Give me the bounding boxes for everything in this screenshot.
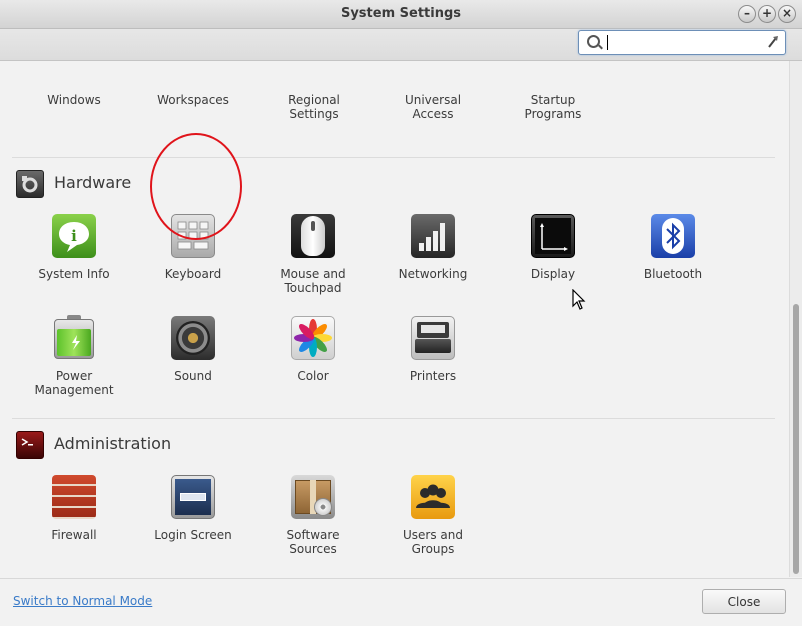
users-groups-icon <box>410 474 456 520</box>
bottom-bar: Switch to Normal Mode Close <box>0 578 802 626</box>
item-networking[interactable]: Networking <box>373 213 493 281</box>
svg-text:i: i <box>71 227 77 245</box>
search-icon <box>587 35 600 48</box>
software-sources-icon <box>290 474 336 520</box>
clear-search-icon[interactable] <box>767 34 779 49</box>
item-sound[interactable]: Sound <box>133 315 253 383</box>
item-label: Mouse and Touchpad <box>280 267 346 295</box>
system-info-icon: i <box>51 213 97 259</box>
item-label: Workspaces <box>157 93 229 107</box>
item-label: Firewall <box>51 528 97 542</box>
item-label: Bluetooth <box>643 267 703 281</box>
keyboard-icon <box>170 213 216 259</box>
item-label: Windows <box>47 93 101 107</box>
search-input[interactable] <box>605 34 759 52</box>
windows-icon <box>51 61 97 85</box>
vertical-scrollbar[interactable] <box>789 61 802 577</box>
item-label: Sound <box>174 369 212 383</box>
login-screen-icon <box>170 474 216 520</box>
networking-icon <box>410 213 456 259</box>
item-display[interactable]: Display <box>493 213 613 281</box>
section-divider <box>12 418 775 419</box>
item-system-info[interactable]: i System Info <box>14 213 134 281</box>
item-bluetooth[interactable]: Bluetooth <box>613 213 733 281</box>
scrollbar-thumb[interactable] <box>793 304 799 574</box>
item-label: Startup Programs <box>524 93 582 121</box>
startup-programs-icon <box>530 61 576 85</box>
administration-section-title: Administration <box>54 434 172 453</box>
item-label: Color <box>297 369 329 383</box>
item-workspaces[interactable]: Workspaces <box>133 61 253 107</box>
firewall-icon <box>51 474 97 520</box>
section-divider <box>12 157 775 158</box>
minimize-button[interactable]: – <box>738 5 756 23</box>
title-bar[interactable]: System Settings – + × <box>0 0 802 29</box>
universal-access-icon <box>410 61 456 85</box>
item-startup-programs[interactable]: Startup Programs <box>493 61 613 121</box>
speaker-icon <box>170 315 216 361</box>
item-label: Software Sources <box>286 528 340 556</box>
item-software-sources[interactable]: Software Sources <box>253 474 373 556</box>
item-label: Login Screen <box>154 528 232 542</box>
item-label: System Info <box>38 267 110 281</box>
item-label: Display <box>530 267 576 281</box>
printer-icon <box>410 315 456 361</box>
administration-section-icon <box>16 431 44 459</box>
color-icon <box>290 315 336 361</box>
item-printers[interactable]: Printers <box>373 315 493 383</box>
hardware-section-icon <box>16 170 44 198</box>
item-users-groups[interactable]: Users and Groups <box>373 474 493 556</box>
regional-settings-icon <box>291 61 337 85</box>
item-label: Universal Access <box>404 93 462 121</box>
item-windows[interactable]: Windows <box>14 61 134 107</box>
item-label: Printers <box>409 369 457 383</box>
switch-to-normal-mode-link[interactable]: Switch to Normal Mode <box>13 594 152 608</box>
item-login-screen[interactable]: Login Screen <box>133 474 253 542</box>
workspaces-icon <box>170 61 216 85</box>
item-label: Users and Groups <box>403 528 463 556</box>
item-label: Keyboard <box>164 267 222 281</box>
text-caret <box>607 35 608 50</box>
item-mouse-touchpad[interactable]: Mouse and Touchpad <box>253 213 373 295</box>
item-color[interactable]: Color <box>253 315 373 383</box>
item-label: Power Management <box>34 369 114 397</box>
settings-panel: Windows Workspaces Regional Settings Uni… <box>0 61 790 577</box>
display-icon <box>530 213 576 259</box>
item-keyboard[interactable]: Keyboard <box>133 213 253 281</box>
maximize-button[interactable]: + <box>758 5 776 23</box>
close-button[interactable]: Close <box>702 589 786 614</box>
toolbar <box>0 29 802 61</box>
item-label: Regional Settings <box>288 93 340 121</box>
item-label: Networking <box>398 267 468 281</box>
window-title: System Settings <box>340 6 462 21</box>
hardware-section-title: Hardware <box>54 173 132 192</box>
item-power-management[interactable]: Power Management <box>14 315 134 397</box>
mouse-pointer-icon <box>572 289 586 310</box>
close-window-button[interactable]: × <box>778 5 796 23</box>
system-settings-window: System Settings – + × Windows Workspaces… <box>0 0 802 626</box>
search-box[interactable] <box>578 30 786 55</box>
mouse-icon <box>290 213 336 259</box>
item-firewall[interactable]: Firewall <box>14 474 134 542</box>
battery-icon <box>51 315 97 361</box>
bluetooth-icon <box>650 213 696 259</box>
item-regional-settings[interactable]: Regional Settings <box>254 61 374 121</box>
item-universal-access[interactable]: Universal Access <box>373 61 493 121</box>
